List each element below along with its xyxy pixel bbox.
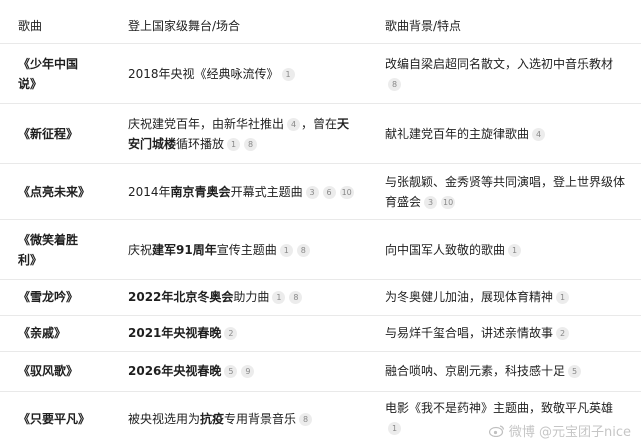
- song-title: 《亲戚》: [18, 326, 67, 340]
- stage-cell: 被央视选用为抗疫专用背景音乐 8: [128, 409, 360, 429]
- table-row: 《微笑着胜利》 庆祝建军91周年宣传主题曲 1 8 向中国军人致敬的歌曲 1: [0, 220, 641, 280]
- cell-text: 融合唢呐、京剧元素，科技感十足: [385, 364, 566, 378]
- cell-text: 专用背景音乐: [224, 412, 297, 426]
- table-row: 《只要平凡》 被央视选用为抗疫专用背景音乐 8 电影《我不是药神》主题曲，致敬平凡…: [0, 392, 641, 446]
- citation-badge[interactable]: 4: [532, 128, 546, 141]
- cell-text: ，曾在: [301, 117, 338, 131]
- citation-badge[interactable]: 1: [227, 138, 241, 151]
- citation-badge[interactable]: 8: [296, 244, 310, 257]
- cell-text: 2018年央视《经典咏流传》: [128, 67, 279, 81]
- stage-cell: 庆祝建军91周年宣传主题曲 1 8: [128, 240, 360, 260]
- stage-cell: 2026年央视春晚 5 9: [128, 361, 360, 381]
- table-row: 《新征程》 庆祝建党百年，由新华社推出 4 ，曾在天安门城楼循环播放 1 8 献礼建党百…: [0, 104, 641, 164]
- citation-badge[interactable]: 1: [281, 68, 295, 81]
- citation-badge[interactable]: 1: [272, 291, 286, 304]
- background-cell: 与张靓颖、金秀贤等共同演唱，登上世界级体育盛会 3 10: [385, 172, 625, 212]
- citation-badge[interactable]: 1: [508, 244, 522, 257]
- emphasis-text: 2021年央视春晚: [128, 326, 222, 340]
- stage-cell: 2022年北京冬奥会助力曲 1 8: [128, 287, 360, 307]
- citation-badge[interactable]: 2: [556, 327, 570, 340]
- citation-badge[interactable]: 5: [568, 365, 582, 378]
- cell-text: 庆祝: [128, 243, 153, 257]
- cell-text: 与易烊千玺合唱，讲述亲情故事: [385, 326, 554, 340]
- citation-badge[interactable]: 3: [424, 196, 438, 209]
- emphasis-text: 建军91周年: [152, 243, 217, 257]
- table-row: 《少年中国说》 2018年央视《经典咏流传》 1 改编自梁启超同名散文，入选初中音…: [0, 44, 641, 104]
- stage-cell: 2018年央视《经典咏流传》 1: [128, 64, 360, 84]
- emphasis-text: 抗疫: [200, 412, 225, 426]
- citation-badge[interactable]: 1: [279, 244, 293, 257]
- background-cell: 融合唢呐、京剧元素，科技感十足 5: [385, 361, 625, 381]
- emphasis-text: 2026年央视春晚: [128, 364, 222, 378]
- table-row: 《驭风歌》 2026年央视春晚 5 9 融合唢呐、京剧元素，科技感十足 5: [0, 352, 641, 392]
- citation-badge[interactable]: 3: [305, 186, 319, 199]
- table-row: 《雪龙吟》 2022年北京冬奥会助力曲 1 8 为冬奥健儿加油，展现体育精神 1: [0, 280, 641, 316]
- background-cell: 向中国军人致敬的歌曲 1: [385, 240, 625, 260]
- stage-cell: 2014年南京青奥会开幕式主题曲 3 6 10: [128, 182, 368, 202]
- cell-text: 为冬奥健儿加油，展现体育精神: [385, 290, 554, 304]
- song-title: 《点亮未来》: [18, 185, 91, 199]
- cell-text: 与张靓颖、金秀贤等共同演唱，登上世界级体育盛会: [385, 175, 626, 209]
- citation-badge[interactable]: 8: [244, 138, 258, 151]
- cell-text: 2014年: [128, 185, 171, 199]
- citation-badge[interactable]: 4: [287, 118, 301, 131]
- song-title: 《少年中国说》: [18, 57, 79, 91]
- cell-text: 向中国军人致敬的歌曲: [385, 243, 506, 257]
- cell-text: 循环播放: [176, 137, 225, 151]
- citation-badge[interactable]: 2: [224, 327, 238, 340]
- cell-text: 庆祝建党百年，由新华社推出: [128, 117, 285, 131]
- song-title: 《驭风歌》: [18, 364, 79, 378]
- song-table: 歌曲 登上国家级舞台/场合 歌曲背景/特点 《少年中国说》 2018年央视《经典…: [0, 0, 641, 446]
- background-cell: 献礼建党百年的主旋律歌曲 4: [385, 124, 625, 144]
- emphasis-text: 2022年北京冬奥会: [128, 290, 234, 304]
- background-cell: 电影《我不是药神》主题曲，致敬平凡英雄 1: [385, 398, 625, 438]
- cell-text: 宣传主题曲: [216, 243, 277, 257]
- citation-badge[interactable]: 1: [388, 422, 401, 435]
- header-background: 歌曲背景/特点: [385, 19, 462, 33]
- citation-badge[interactable]: 10: [441, 196, 456, 209]
- emphasis-text: 南京青奥会: [170, 185, 231, 199]
- citation-badge[interactable]: 1: [556, 291, 570, 304]
- cell-text: 助力曲: [233, 290, 270, 304]
- citation-badge[interactable]: 5: [224, 365, 238, 378]
- table-row: 《亲戚》 2021年央视春晚 2 与易烊千玺合唱，讲述亲情故事 2: [0, 316, 641, 352]
- cell-text: 开幕式主题曲: [230, 185, 303, 199]
- citation-badge[interactable]: 8: [289, 291, 303, 304]
- song-title: 《微笑着胜利》: [18, 233, 79, 267]
- cell-text: 改编自梁启超同名散文，入选初中音乐教材: [385, 57, 614, 71]
- song-title: 《只要平凡》: [18, 412, 91, 426]
- stage-cell: 庆祝建党百年，由新华社推出 4 ，曾在天安门城楼循环播放 1 8: [128, 114, 360, 154]
- citation-badge[interactable]: 10: [339, 186, 354, 199]
- table-row: 《点亮未来》 2014年南京青奥会开幕式主题曲 3 6 10 与张靓颖、金秀贤等共同演…: [0, 164, 641, 220]
- citation-badge[interactable]: 9: [241, 365, 255, 378]
- stage-cell: 2021年央视春晚 2: [128, 323, 360, 343]
- header-song: 歌曲: [18, 19, 43, 33]
- citation-badge[interactable]: 8: [388, 78, 401, 91]
- song-title: 《雪龙吟》: [18, 290, 79, 304]
- citation-badge[interactable]: 8: [299, 413, 313, 426]
- background-cell: 改编自梁启超同名散文，入选初中音乐教材 8: [385, 54, 625, 94]
- background-cell: 与易烊千玺合唱，讲述亲情故事 2: [385, 323, 625, 343]
- table-header: 歌曲 登上国家级舞台/场合 歌曲背景/特点: [0, 0, 641, 44]
- cell-text: 被央视选用为: [128, 412, 201, 426]
- background-cell: 为冬奥健儿加油，展现体育精神 1: [385, 287, 625, 307]
- song-title: 《新征程》: [18, 127, 79, 141]
- citation-badge[interactable]: 6: [322, 186, 336, 199]
- header-stage: 登上国家级舞台/场合: [128, 19, 241, 33]
- cell-text: 电影《我不是药神》主题曲，致敬平凡英雄: [385, 401, 614, 415]
- cell-text: 献礼建党百年的主旋律歌曲: [385, 127, 530, 141]
